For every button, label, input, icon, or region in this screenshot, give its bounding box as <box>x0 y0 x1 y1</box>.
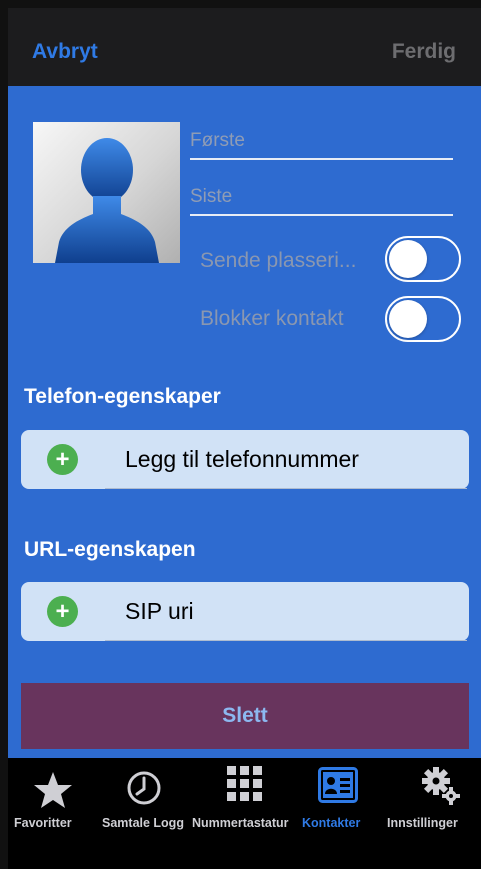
tab-call-log[interactable]: Samtale Logg <box>98 758 190 869</box>
send-location-label: Sende plasseri... <box>200 249 357 272</box>
last-name-field <box>190 176 453 216</box>
tab-label: Samtale Logg <box>102 816 184 830</box>
gears-icon <box>422 767 460 805</box>
tab-settings[interactable]: Innstillinger <box>385 758 481 869</box>
first-name-input[interactable] <box>190 130 453 152</box>
tab-bar: Favoritter Samtale Logg Nummertastatur K… <box>8 758 481 869</box>
last-name-input[interactable] <box>190 186 453 208</box>
first-name-field <box>190 120 453 160</box>
url-section-title: URL-egenskapen <box>24 538 196 561</box>
delete-contact-button[interactable]: Slett <box>21 683 469 749</box>
contact-card-icon <box>318 767 358 803</box>
add-plus-icon: + <box>47 444 78 475</box>
tab-keypad[interactable]: Nummertastatur <box>190 758 290 869</box>
delete-label: Slett <box>222 704 268 727</box>
tab-label: Innstillinger <box>387 816 458 830</box>
star-icon <box>34 772 72 808</box>
person-silhouette-icon <box>55 138 159 263</box>
navigation-bar: Avbryt Ferdig <box>8 8 481 86</box>
toggle-knob <box>389 240 427 278</box>
tab-label: Nummertastatur <box>192 816 289 830</box>
tab-contacts[interactable]: Kontakter <box>290 758 385 869</box>
clock-icon <box>127 771 161 805</box>
tab-label: Favoritter <box>14 816 72 830</box>
phone-section-title: Telefon-egenskaper <box>24 385 221 408</box>
toggle-knob <box>389 300 427 338</box>
contact-photo[interactable] <box>33 122 180 263</box>
keypad-icon <box>227 766 262 801</box>
row-divider <box>105 640 467 641</box>
add-phone-row[interactable]: + Legg til telefonnummer <box>21 430 469 489</box>
cancel-button[interactable]: Avbryt <box>32 40 98 64</box>
block-contact-toggle[interactable] <box>385 296 461 342</box>
add-plus-icon: + <box>47 596 78 627</box>
row-divider <box>105 488 467 489</box>
sip-uri-label: SIP uri <box>125 598 194 624</box>
send-location-toggle[interactable] <box>385 236 461 282</box>
done-button[interactable]: Ferdig <box>392 40 456 64</box>
tab-favorites[interactable]: Favoritter <box>8 758 98 869</box>
add-phone-label: Legg til telefonnummer <box>125 446 359 472</box>
block-contact-label: Blokker kontakt <box>200 307 344 330</box>
sip-uri-row[interactable]: + SIP uri <box>21 582 469 641</box>
tab-label: Kontakter <box>302 816 361 830</box>
